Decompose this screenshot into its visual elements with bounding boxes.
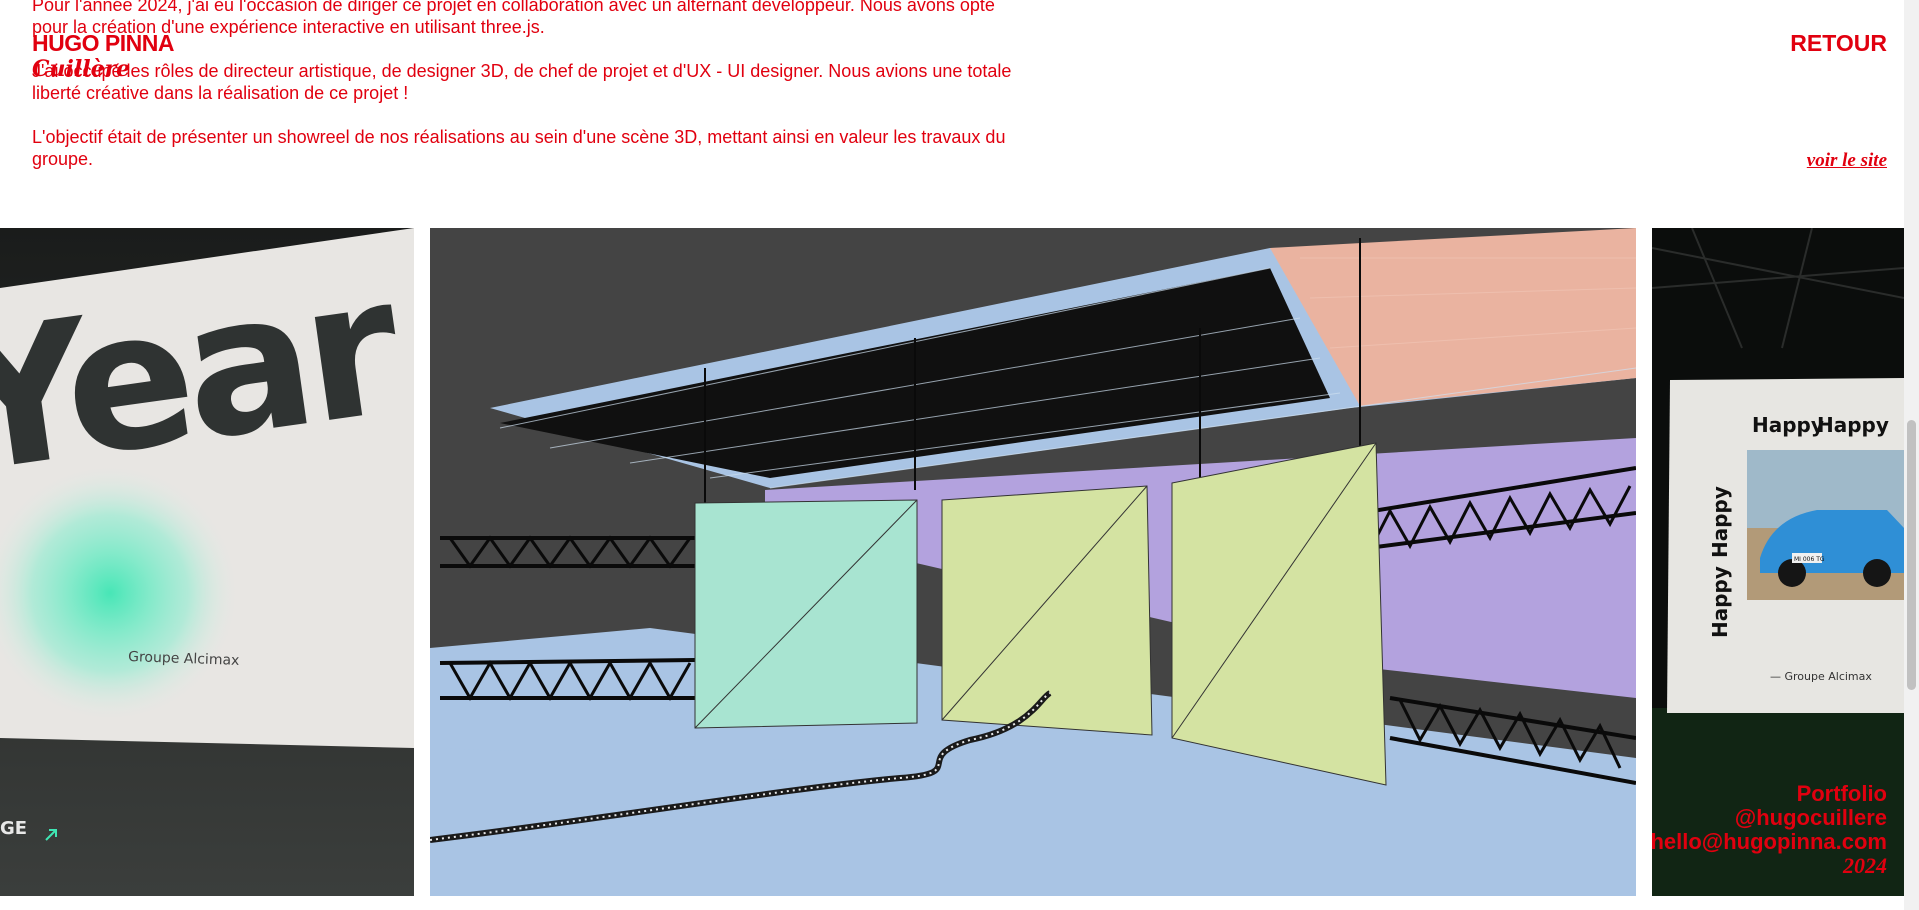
page-scrollbar[interactable] (1904, 0, 1919, 910)
social-handle-link[interactable]: @hugocuillere (1650, 806, 1887, 830)
happy-text-vertical: Happy (1708, 486, 1732, 558)
brand-subtitle: Cuillère (32, 56, 131, 82)
description-paragraph: L'objectif était de présenter un showree… (32, 127, 1006, 169)
portfolio-label: Portfolio (1796, 781, 1887, 806)
gallery-image-3d-scene[interactable] (430, 228, 1636, 896)
happy-text: Happy (1817, 413, 1889, 437)
scrollbar-thumb[interactable] (1907, 420, 1916, 690)
description-paragraph: Pour l'année 2024, j'ai eu l'occasion de… (32, 0, 995, 37)
visit-site-link[interactable]: voir le site (1807, 150, 1887, 172)
email-link[interactable]: hello@hugopinna.com (1650, 830, 1887, 854)
footer-contact: Portfolio @hugocuillere hello@hugopinna.… (1650, 782, 1887, 878)
happy-text: Happy (1752, 413, 1824, 437)
happy-text-vertical: Happy (1708, 566, 1732, 638)
gallery-caption: — Groupe Alcimax (1770, 670, 1872, 683)
brand-name[interactable]: HUGO PINNA (32, 30, 174, 56)
corner-text: GE (0, 818, 27, 839)
footer-year: 2024 (1843, 853, 1887, 878)
description-paragraph: J'ai occupé les rôles de directeur artis… (32, 61, 1012, 103)
project-description: Pour l'année 2024, j'ai eu l'occasion de… (32, 0, 1032, 192)
gallery-image-year[interactable]: Year Groupe Alcimax GE (0, 228, 414, 896)
license-plate: MI 006 TG (1794, 556, 1825, 563)
back-button[interactable]: RETOUR (1790, 30, 1887, 56)
